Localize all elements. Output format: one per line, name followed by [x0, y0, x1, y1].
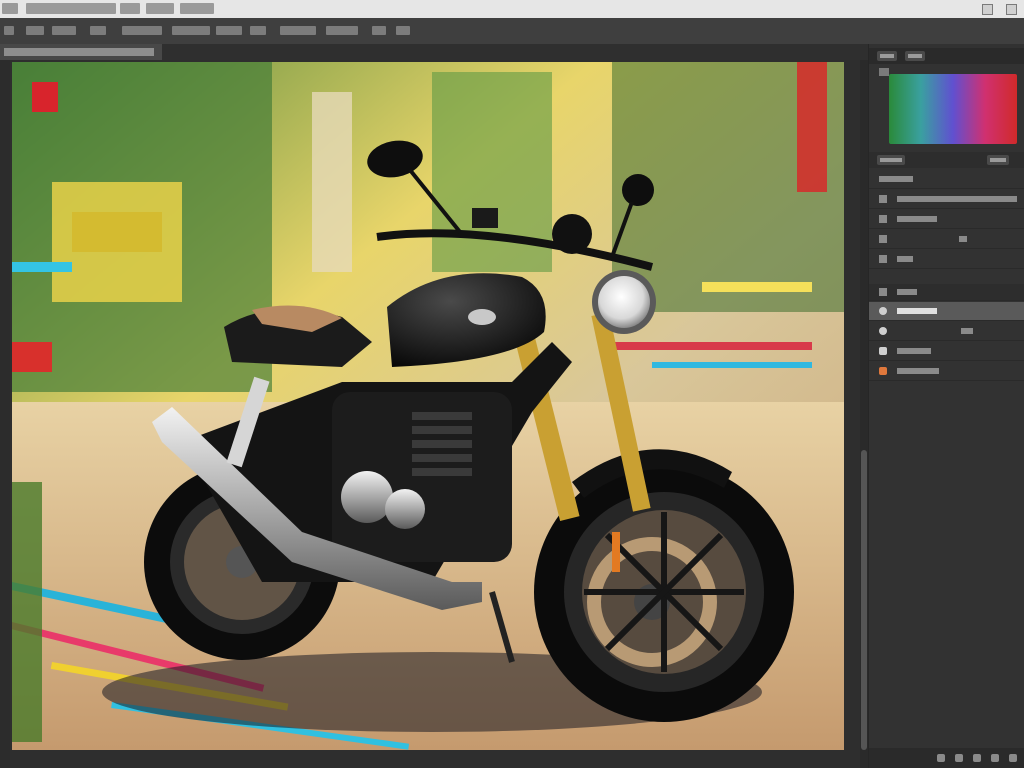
adjustment-row-0[interactable] [869, 170, 1024, 189]
adjustment-row-2[interactable] [869, 210, 1024, 229]
tab-color[interactable] [877, 51, 897, 61]
options-item-2[interactable] [90, 26, 106, 35]
layer-row-1[interactable] [869, 322, 1024, 341]
canvas-vertical-scrollbar[interactable] [860, 60, 868, 768]
options-item-10[interactable] [396, 26, 410, 35]
add-mask-icon[interactable] [973, 754, 981, 762]
layers-footer [869, 748, 1024, 768]
scrollbar-thumb[interactable] [861, 450, 867, 750]
adjustment-row-3[interactable] [869, 230, 1024, 249]
maximize-icon[interactable] [1006, 4, 1017, 15]
options-item-1[interactable] [52, 26, 76, 35]
layer-row-2[interactable] [869, 342, 1024, 361]
fx-icon[interactable] [955, 754, 963, 762]
options-item-8[interactable] [326, 26, 358, 35]
levels-icon [879, 215, 887, 223]
options-item-6[interactable] [250, 26, 266, 35]
color-panel-tabs [869, 48, 1024, 64]
adjustment-row-4[interactable] [869, 250, 1024, 269]
layers-icon [879, 288, 887, 296]
layer-row-0[interactable] [869, 302, 1024, 321]
brightness-icon [879, 195, 887, 203]
options-item-9[interactable] [372, 26, 386, 35]
exposure-icon [879, 255, 887, 263]
tab-styles[interactable] [987, 155, 1009, 165]
layer-row-3[interactable] [869, 362, 1024, 381]
document-tab-bar [0, 44, 868, 60]
adjustment-row-1[interactable] [869, 190, 1024, 209]
options-bar [0, 18, 1024, 45]
menu-item-0[interactable] [2, 3, 18, 14]
delete-layer-icon[interactable] [1009, 754, 1017, 762]
options-item-0[interactable] [26, 26, 44, 35]
menu-item-4[interactable] [180, 3, 214, 14]
link-layers-icon[interactable] [937, 754, 945, 762]
options-item-4[interactable] [172, 26, 210, 35]
menu-bar [0, 0, 1024, 18]
options-item-3[interactable] [122, 26, 162, 35]
color-spectrum[interactable] [889, 74, 1017, 144]
layers-header [869, 284, 1024, 301]
panel-menu-icon[interactable] [879, 68, 889, 76]
tab-swatches[interactable] [905, 51, 925, 61]
panel-dock [868, 44, 1024, 768]
tool-preset-icon[interactable] [4, 26, 14, 35]
mask-icon[interactable] [879, 347, 887, 355]
canvas-area [10, 60, 866, 768]
adjustment-icon[interactable] [879, 367, 887, 375]
canvas[interactable] [12, 62, 844, 750]
new-layer-icon[interactable] [991, 754, 999, 762]
adjustments-panel-tabs [869, 152, 1024, 168]
document-tab[interactable] [0, 44, 162, 60]
document-tab-label [4, 48, 154, 56]
tab-adjustments[interactable] [877, 155, 905, 165]
menu-item-3[interactable] [146, 3, 174, 14]
eye-icon[interactable] [879, 307, 887, 315]
options-item-5[interactable] [216, 26, 242, 35]
motorcycle-artwork [12, 62, 844, 750]
toolbox [0, 60, 10, 768]
menu-item-2[interactable] [120, 3, 140, 14]
menu-item-1[interactable] [26, 3, 116, 14]
minimize-icon[interactable] [982, 4, 993, 15]
options-item-7[interactable] [280, 26, 316, 35]
eye-icon[interactable] [879, 327, 887, 335]
curves-icon [879, 235, 887, 243]
